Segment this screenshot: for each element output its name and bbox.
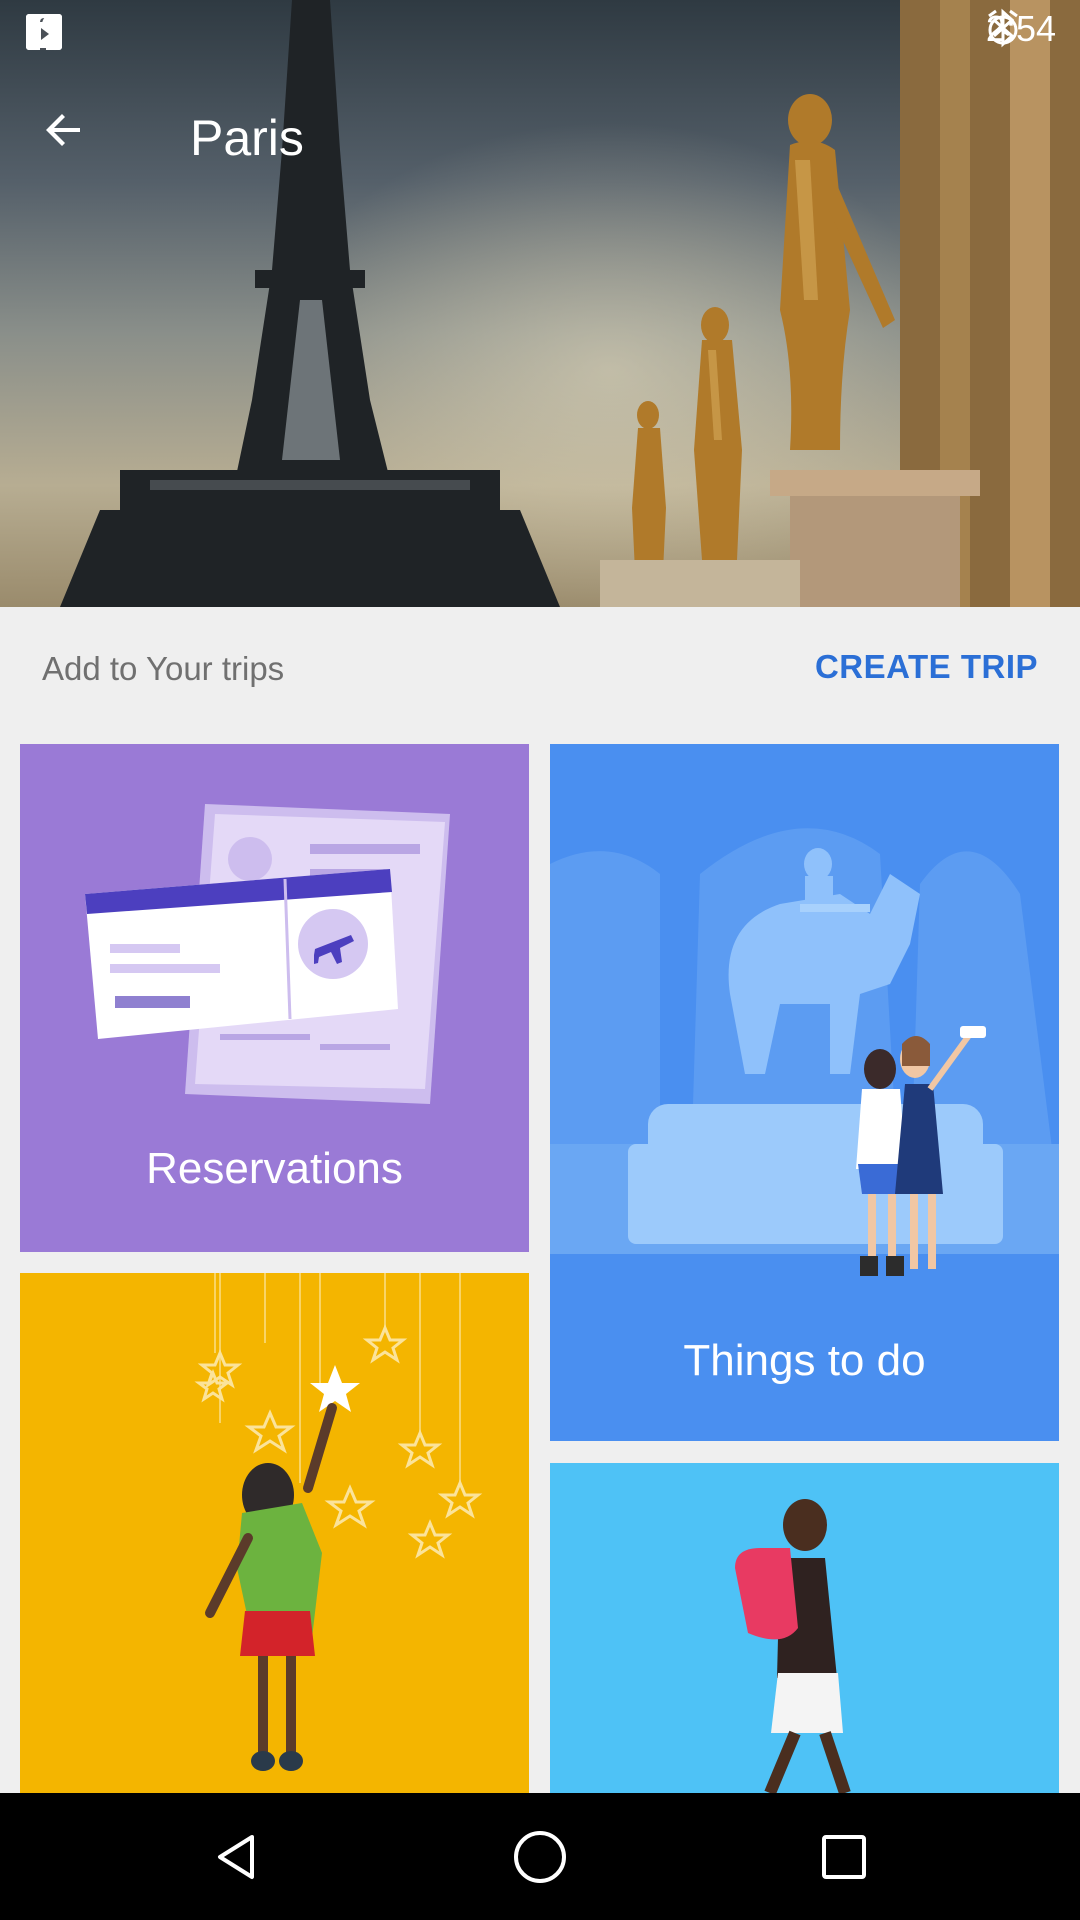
tickets-illustration bbox=[85, 804, 450, 1104]
status-bar: 2:54 bbox=[0, 0, 1080, 64]
recents-square-icon bbox=[822, 1835, 866, 1879]
add-to-trips-label: Add to Your trips bbox=[42, 650, 285, 687]
arrow-back-icon bbox=[46, 114, 80, 146]
back-triangle-icon bbox=[218, 1835, 254, 1879]
back-button[interactable] bbox=[40, 106, 104, 170]
trip-ideas-card[interactable] bbox=[550, 1463, 1059, 1793]
reaching-for-stars-illustration bbox=[194, 1273, 483, 1771]
nav-recents-button[interactable] bbox=[804, 1817, 884, 1897]
things-to-do-card[interactable]: Things to do bbox=[550, 744, 1059, 1441]
reservations-label: Reservations bbox=[146, 1144, 403, 1193]
create-trip-button[interactable]: CREATE TRIP bbox=[815, 648, 1038, 686]
reservations-card[interactable]: Reservations bbox=[20, 744, 529, 1252]
system-nav-bar bbox=[0, 1793, 1080, 1920]
wishlist-card[interactable] bbox=[20, 1273, 529, 1793]
hero-image: 2:54 Paris bbox=[0, 0, 1080, 607]
statue-selfie-illustration bbox=[550, 828, 1059, 1276]
nav-home-button[interactable] bbox=[500, 1817, 580, 1897]
nav-back-button[interactable] bbox=[196, 1817, 276, 1897]
paris-scene-illustration bbox=[60, 0, 1080, 607]
home-circle-icon bbox=[514, 1831, 566, 1883]
alarm-icon bbox=[988, 9, 1018, 45]
things-to-do-label: Things to do bbox=[683, 1336, 926, 1385]
page-title: Paris bbox=[190, 110, 304, 166]
backpacker-illustration bbox=[735, 1499, 851, 1793]
briefcase-icon bbox=[28, 14, 60, 46]
